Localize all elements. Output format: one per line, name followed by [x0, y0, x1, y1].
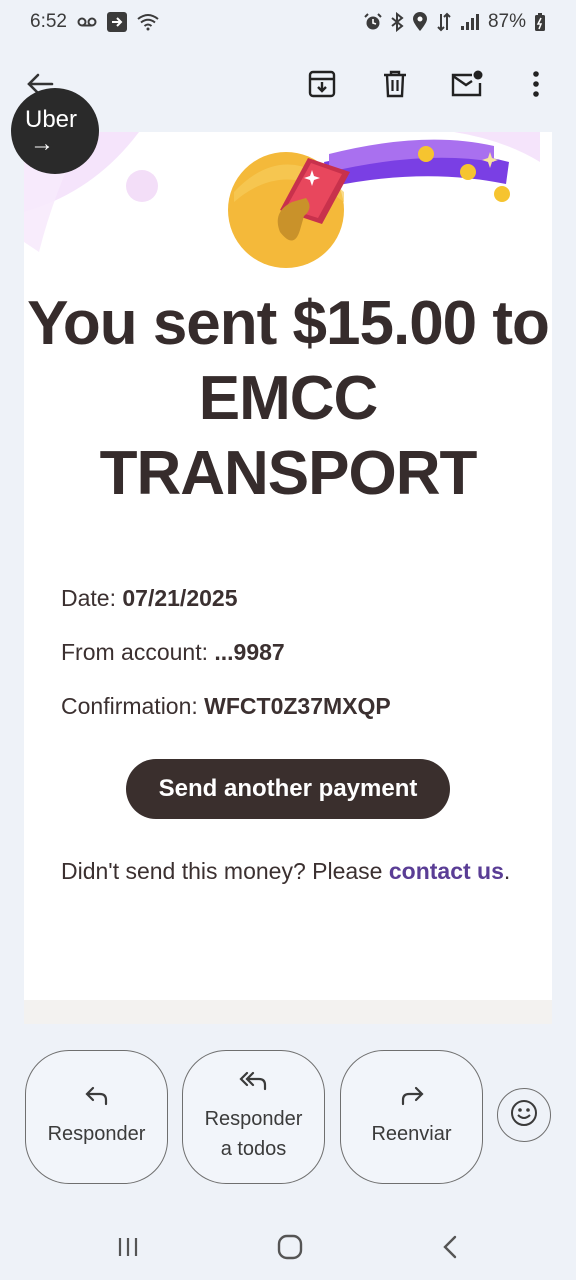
reply-icon	[84, 1085, 110, 1111]
account-label: From account:	[61, 639, 208, 665]
status-bar: 6:52 87%	[0, 0, 576, 44]
confirmation-value: WFCT0Z37MXQP	[204, 693, 391, 719]
confirmation-label: Confirmation:	[61, 693, 198, 719]
uber-arrow-icon: →	[30, 130, 54, 157]
reply-all-label-line2: a todos	[220, 1138, 287, 1160]
bluetooth-icon	[390, 12, 404, 32]
forward-label: Reenviar	[371, 1123, 452, 1145]
battery-percent: 87%	[487, 11, 526, 32]
notice-text: Didn't send this money? Please contact u…	[61, 856, 521, 886]
wifi-icon	[137, 13, 159, 31]
more-vert-icon[interactable]	[518, 66, 554, 102]
delete-icon[interactable]	[377, 66, 413, 102]
emoji-reaction-button[interactable]	[497, 1088, 551, 1142]
date-value: 07/21/2025	[122, 585, 238, 611]
reply-all-label-line1: Responder	[204, 1108, 303, 1130]
recent-apps-icon[interactable]	[108, 1232, 148, 1262]
notice-prefix: Didn't send this money? Please	[61, 858, 389, 884]
data-transfer-icon	[436, 12, 452, 32]
notice-suffix: .	[503, 858, 511, 884]
location-icon	[412, 12, 428, 32]
email-body-footer	[24, 1000, 552, 1024]
reply-all-button[interactable]: Responder a todos	[182, 1050, 325, 1184]
forward-button[interactable]: Reenviar	[340, 1050, 483, 1184]
status-time: 6:52	[30, 11, 67, 32]
reply-button[interactable]: Responder	[25, 1050, 168, 1184]
payment-headline: You sent $15.00 to EMCC TRANSPORT	[27, 289, 550, 508]
home-icon[interactable]	[270, 1232, 310, 1262]
date-label: Date:	[61, 585, 116, 611]
account-row: From account: ...9987	[61, 639, 285, 666]
confirmation-row: Confirmation: WFCT0Z37MXQP	[61, 693, 391, 720]
reply-label: Responder	[47, 1123, 146, 1145]
share-notification-icon	[106, 12, 127, 32]
alarm-icon	[364, 13, 382, 31]
reply-all-icon	[238, 1070, 269, 1096]
date-row: Date: 07/21/2025	[61, 585, 238, 612]
signal-icon	[460, 13, 480, 31]
smiley-icon	[510, 1099, 538, 1132]
forward-icon	[399, 1085, 425, 1111]
voicemail-icon	[77, 16, 97, 28]
system-nav-bar	[0, 1216, 576, 1274]
contact-us-link[interactable]: contact us	[389, 858, 504, 884]
send-another-payment-button[interactable]: Send another payment	[126, 759, 450, 819]
uber-overlay-bubble[interactable]: Uber →	[11, 88, 99, 174]
system-back-icon[interactable]	[430, 1232, 470, 1262]
account-value: ...9987	[214, 639, 285, 665]
hero-illustration	[24, 132, 552, 282]
archive-icon[interactable]	[304, 66, 340, 102]
mark-unread-icon[interactable]	[449, 66, 485, 102]
battery-charging-icon	[534, 12, 546, 32]
